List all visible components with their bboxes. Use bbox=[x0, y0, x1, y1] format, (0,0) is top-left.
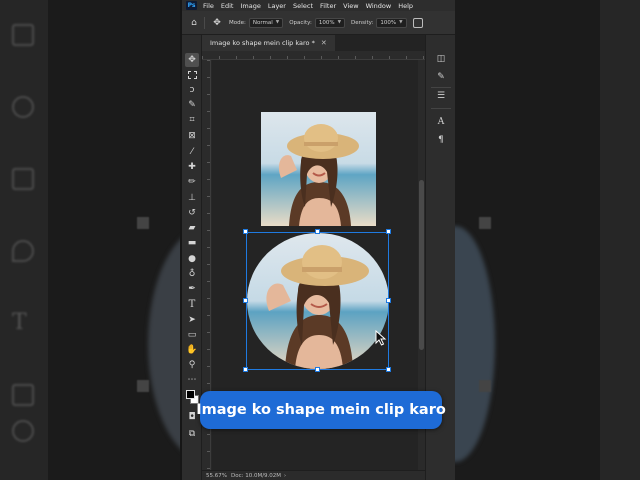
transform-handle-right[interactable] bbox=[386, 298, 391, 303]
chevron-down-icon: ▼ bbox=[275, 20, 280, 25]
clone-stamp-icon[interactable]: ⊥ bbox=[185, 191, 199, 205]
menu-help[interactable]: Help bbox=[398, 2, 413, 10]
rectangle-icon[interactable]: ▭ bbox=[185, 328, 199, 342]
mouse-cursor-icon bbox=[375, 330, 387, 346]
horizontal-ruler[interactable] bbox=[202, 51, 425, 60]
menu-select[interactable]: Select bbox=[293, 2, 313, 10]
blurred-gradient-icon bbox=[12, 168, 34, 190]
blurred-pen-icon bbox=[12, 240, 34, 262]
menu-file[interactable]: File bbox=[203, 2, 214, 10]
marquee-icon[interactable] bbox=[185, 68, 199, 82]
mask-options-icon[interactable] bbox=[412, 17, 423, 28]
menu-filter[interactable]: Filter bbox=[320, 2, 336, 10]
crop-icon[interactable]: ⌗ bbox=[185, 113, 199, 127]
zoom-icon[interactable]: ⚲ bbox=[185, 358, 199, 372]
home-icon[interactable]: ⌂ bbox=[188, 17, 200, 29]
menu-bar: Ps File Edit Image Layer Select Filter V… bbox=[182, 0, 455, 11]
chevron-down-icon: ▼ bbox=[399, 20, 403, 25]
scrollbar-thumb[interactable] bbox=[419, 180, 424, 350]
mode-dropdown[interactable]: Normal ▼ bbox=[248, 17, 284, 28]
opacity-field[interactable]: 100% ▼ bbox=[314, 17, 346, 28]
menu-view[interactable]: View bbox=[343, 2, 358, 10]
brush-settings-icon[interactable]: ✎ bbox=[434, 70, 448, 84]
document-title: Image ko shape mein clip karo * bbox=[210, 39, 315, 47]
magic-wand-icon[interactable]: ✎ bbox=[185, 98, 199, 112]
opacity-value: 100% bbox=[318, 19, 335, 26]
hand-icon[interactable]: ✋ bbox=[185, 343, 199, 357]
transform-handle-top-left[interactable] bbox=[243, 229, 248, 234]
document-tab[interactable]: Image ko shape mein clip karo * ✕ bbox=[202, 35, 335, 51]
eyedropper-icon[interactable]: ⁄ bbox=[185, 145, 199, 159]
foreground-color-swatch[interactable] bbox=[186, 390, 195, 399]
mode-label: Mode: bbox=[229, 19, 246, 26]
blurred-handle bbox=[137, 380, 149, 392]
lasso-icon[interactable]: ↄ bbox=[185, 83, 199, 97]
divider bbox=[431, 87, 451, 88]
blurred-photo-right bbox=[455, 226, 495, 462]
screen-mode-icon[interactable]: ⧉ bbox=[185, 427, 199, 441]
menu-image[interactable]: Image bbox=[240, 2, 260, 10]
move-icon[interactable]: ✥ bbox=[185, 53, 199, 67]
tool-preset-icon[interactable]: ✥ bbox=[211, 17, 223, 29]
zoom-level[interactable]: 55.67% bbox=[206, 473, 227, 479]
path-selection-icon[interactable]: ➤ bbox=[185, 313, 199, 327]
more-tools-icon[interactable]: ⋯ bbox=[185, 373, 199, 387]
opacity-label: Opacity: bbox=[289, 19, 312, 26]
density-label: Density: bbox=[351, 19, 374, 26]
blurred-type-icon: T bbox=[12, 310, 27, 335]
transform-bounding-box[interactable] bbox=[246, 232, 389, 370]
blurred-background-left: T bbox=[0, 0, 180, 480]
dodge-icon[interactable]: ♁ bbox=[185, 267, 199, 281]
blurred-background-right bbox=[455, 0, 640, 480]
blurred-handle bbox=[479, 217, 491, 229]
blurred-zoom-icon bbox=[12, 420, 34, 442]
photo-rectangle[interactable] bbox=[261, 112, 376, 226]
transform-handle-left[interactable] bbox=[243, 298, 248, 303]
blur-icon[interactable]: ● bbox=[185, 252, 199, 266]
density-value: 100% bbox=[380, 19, 397, 26]
blurred-panel-strip bbox=[600, 0, 640, 480]
blurred-stamp-icon bbox=[12, 96, 34, 118]
character-icon[interactable]: A bbox=[434, 115, 448, 129]
transform-handle-top[interactable] bbox=[315, 229, 320, 234]
status-bar: 55.67% Doc: 10.0M/9.02M › bbox=[202, 470, 425, 480]
pen-icon[interactable]: ✒ bbox=[185, 282, 199, 296]
adjustments-icon[interactable]: ☰ bbox=[434, 89, 448, 103]
mode-value: Normal bbox=[252, 19, 273, 26]
type-icon[interactable]: T bbox=[185, 298, 199, 312]
options-bar: ⌂ ✥ Mode: Normal ▼ Opacity: 100% ▼ Density… bbox=[182, 11, 455, 35]
eraser-icon[interactable]: ▰ bbox=[185, 221, 199, 235]
transform-handle-bottom-right[interactable] bbox=[386, 367, 391, 372]
divider bbox=[431, 108, 451, 109]
transform-handle-bottom[interactable] bbox=[315, 367, 320, 372]
photoshop-logo[interactable]: Ps bbox=[186, 1, 197, 10]
layers-icon[interactable]: ◫ bbox=[434, 52, 448, 66]
photo-rectangle-image bbox=[261, 112, 376, 226]
blurred-handle bbox=[479, 380, 491, 392]
divider bbox=[204, 16, 205, 29]
menu-window[interactable]: Window bbox=[366, 2, 392, 10]
close-icon[interactable]: ✕ bbox=[321, 39, 327, 47]
blurred-handle bbox=[137, 217, 149, 229]
history-brush-icon[interactable]: ↺ bbox=[185, 206, 199, 220]
healing-brush-icon[interactable]: ✚ bbox=[185, 160, 199, 174]
blurred-rectangle-icon bbox=[12, 384, 34, 406]
brush-icon[interactable]: ✏ bbox=[185, 175, 199, 189]
transform-handle-bottom-left[interactable] bbox=[243, 367, 248, 372]
document-info: Doc: 10.0M/9.02M bbox=[230, 472, 282, 479]
caption-banner: Image ko shape mein clip karo bbox=[196, 391, 446, 429]
transform-handle-top-right[interactable] bbox=[386, 229, 391, 234]
blurred-photo-left bbox=[148, 226, 180, 462]
paragraph-icon[interactable]: ¶ bbox=[434, 133, 448, 147]
chevron-down-icon: ▼ bbox=[337, 20, 342, 25]
gradient-icon[interactable]: ▬ bbox=[185, 236, 199, 250]
document-tab-bar: Image ko shape mein clip karo * ✕ bbox=[202, 35, 425, 51]
menu-edit[interactable]: Edit bbox=[221, 2, 234, 10]
density-field[interactable]: 100% ▼ bbox=[376, 17, 407, 28]
blurred-frame-icon bbox=[12, 24, 34, 46]
menu-layer[interactable]: Layer bbox=[268, 2, 286, 10]
chevron-right-icon[interactable]: › bbox=[284, 473, 286, 479]
frame-icon[interactable]: ⊠ bbox=[185, 129, 199, 143]
